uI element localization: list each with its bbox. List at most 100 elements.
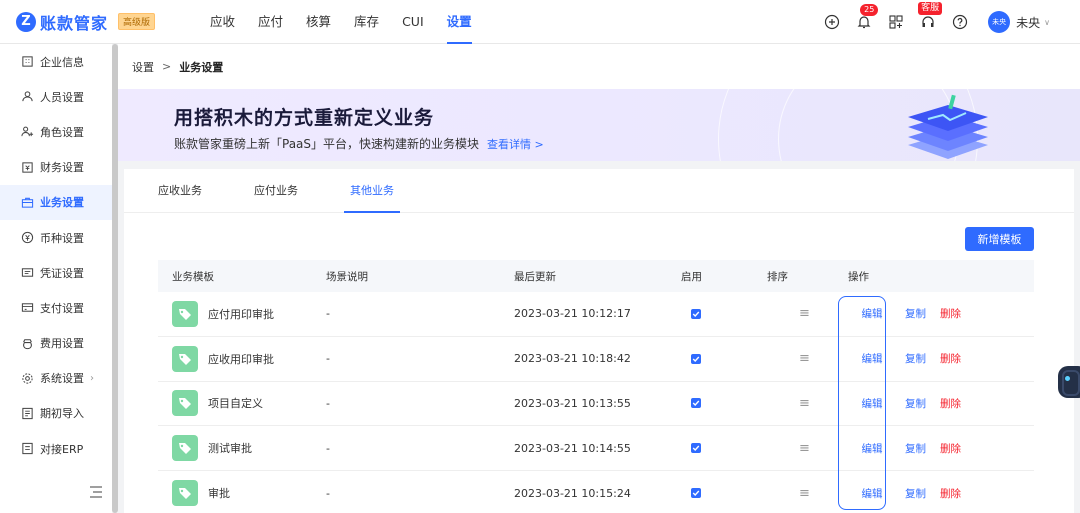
business-settings-panel: 应收业务 应付业务 其他业务 新增模板 业务模板 场景说明 最后更新 启用 排序…	[124, 169, 1074, 513]
template-desc: -	[326, 396, 330, 410]
drag-handle-icon[interactable]: ≡	[799, 486, 810, 501]
edit-button[interactable]: 编辑	[848, 396, 896, 411]
stacked-blocks-illustration	[908, 94, 988, 159]
sidebar-item-erp[interactable]: 对接ERP	[0, 431, 112, 466]
edit-button[interactable]: 编辑	[848, 306, 896, 321]
sidebar-item-roles[interactable]: 角色设置	[0, 114, 112, 149]
banner-details-link[interactable]: 查看详情 >	[487, 138, 544, 151]
copy-button[interactable]: 复制	[905, 441, 926, 456]
tab-other-business[interactable]: 其他业务	[344, 169, 400, 213]
template-desc: -	[326, 486, 330, 500]
nav-receivable[interactable]: 应收	[200, 0, 245, 44]
template-name: 应付用印审批	[208, 307, 274, 321]
user-name[interactable]: 未央	[1016, 14, 1040, 31]
sidebar-item-currency[interactable]: 币种设置	[0, 220, 112, 255]
logo[interactable]: Z 账款管家 高级版	[16, 10, 166, 34]
copy-button[interactable]: 复制	[905, 486, 926, 501]
tag-icon	[172, 300, 198, 327]
drag-handle-icon[interactable]: ≡	[799, 351, 810, 366]
breadcrumb-root[interactable]: 设置	[132, 59, 154, 75]
column-header: 排序	[767, 270, 788, 283]
template-desc: -	[326, 307, 330, 321]
briefcase-icon	[20, 195, 34, 209]
sidebar-item-import[interactable]: 期初导入	[0, 396, 112, 431]
enable-checkbox[interactable]	[691, 443, 701, 454]
user-icon	[20, 90, 34, 104]
enable-checkbox[interactable]	[691, 398, 701, 409]
banner-subtitle: 账款管家重磅上新「PaaS」平台，快速构建新的业务模块 查看详情 >	[174, 135, 544, 152]
sidebar: 企业信息 人员设置 角色设置 财务设置 业务设置 币种设置 凭证设置 支付设置 …	[0, 44, 112, 513]
edit-button[interactable]: 编辑	[848, 486, 896, 501]
edit-button[interactable]: 编辑	[848, 441, 896, 456]
menu-collapse-icon[interactable]	[88, 485, 104, 499]
copy-button[interactable]: 复制	[905, 396, 926, 411]
banner-title: 用搭积木的方式重新定义业务	[174, 107, 435, 129]
enable-checkbox[interactable]	[691, 353, 701, 364]
top-bar: Z 账款管家 高级版 应收 应付 核算 库存 CUI 设置 25 客服 未央 未…	[0, 0, 1080, 44]
nav-settings[interactable]: 设置	[437, 0, 482, 44]
tab-payable-business[interactable]: 应付业务	[248, 169, 304, 212]
drag-handle-icon[interactable]: ≡	[799, 396, 810, 411]
nav-accounting[interactable]: 核算	[296, 0, 341, 44]
sidebar-item-label: 业务设置	[40, 196, 84, 210]
drag-handle-icon[interactable]: ≡	[799, 441, 810, 456]
enable-checkbox[interactable]	[691, 488, 701, 499]
finance-icon	[20, 160, 34, 174]
breadcrumb: 设置 > 业务设置	[118, 44, 1080, 89]
main-nav: 应收 应付 核算 库存 CUI 设置	[200, 0, 485, 44]
avatar[interactable]: 未央	[988, 11, 1011, 33]
table-header: 业务模板 场景说明 最后更新 启用 排序 操作	[158, 260, 1034, 292]
add-template-button[interactable]: 新增模板	[965, 227, 1034, 251]
drag-handle-icon[interactable]: ≡	[799, 306, 810, 321]
template-updated: 2023-03-21 10:13:55	[514, 396, 631, 410]
nav-inventory[interactable]: 库存	[344, 0, 389, 44]
delete-button[interactable]: 删除	[940, 441, 961, 456]
delete-button[interactable]: 删除	[940, 486, 961, 501]
enable-checkbox[interactable]	[691, 308, 701, 319]
headset-icon[interactable]: 客服	[918, 2, 943, 30]
nav-cui[interactable]: CUI	[392, 0, 434, 44]
erp-icon	[20, 442, 34, 456]
tag-icon	[172, 480, 198, 507]
template-name: 测试审批	[208, 442, 252, 456]
sidebar-item-label: 期初导入	[40, 407, 84, 421]
tab-receivable-business[interactable]: 应收业务	[152, 169, 208, 212]
sidebar-item-staff[interactable]: 人员设置	[0, 79, 112, 114]
chevron-down-icon[interactable]: ∨	[1044, 18, 1050, 27]
edit-button[interactable]: 编辑	[848, 351, 896, 366]
nav-payable[interactable]: 应付	[248, 0, 293, 44]
sidebar-item-payment[interactable]: 支付设置	[0, 290, 112, 325]
plus-circle-icon[interactable]	[824, 14, 840, 30]
sidebar-item-label: 企业信息	[40, 55, 84, 69]
column-header: 业务模板	[172, 270, 214, 283]
sidebar-item-expense[interactable]: 费用设置	[0, 326, 112, 361]
copy-button[interactable]: 复制	[905, 351, 926, 366]
sidebar-item-company[interactable]: 企业信息	[0, 44, 112, 79]
main-content: 设置 > 业务设置 用搭积木的方式重新定义业务 账款管家重磅上新「PaaS」平台…	[118, 44, 1080, 513]
sidebar-item-finance[interactable]: 财务设置	[0, 150, 112, 185]
system-icon	[20, 371, 34, 385]
breadcrumb-separator: >	[162, 60, 172, 73]
tag-icon	[172, 435, 198, 462]
sidebar-item-system[interactable]: 系统设置 ›	[0, 361, 112, 396]
bell-icon[interactable]: 25	[856, 4, 879, 30]
help-icon[interactable]	[952, 14, 968, 30]
banner-subtitle-text: 账款管家重磅上新「PaaS」平台，快速构建新的业务模块	[174, 137, 480, 151]
table-row: 测试审批 - 2023-03-21 10:14:55 ≡ 编辑 复制 删除	[158, 426, 1034, 472]
delete-button[interactable]: 删除	[940, 306, 961, 321]
sidebar-item-label: 费用设置	[40, 337, 84, 351]
template-desc: -	[326, 441, 330, 455]
template-table: 业务模板 场景说明 最后更新 启用 排序 操作 应付用印审批 - 2023-03…	[158, 260, 1034, 513]
table-row: 审批 - 2023-03-21 10:15:24 ≡ 编辑 复制 删除	[158, 471, 1034, 513]
delete-button[interactable]: 删除	[940, 396, 961, 411]
delete-button[interactable]: 删除	[940, 351, 961, 366]
sidebar-item-business[interactable]: 业务设置	[0, 184, 112, 220]
copy-button[interactable]: 复制	[905, 306, 926, 321]
apps-icon[interactable]	[888, 14, 904, 30]
notification-count: 25	[860, 4, 879, 16]
column-header: 场景说明	[326, 270, 368, 283]
assistant-robot-icon[interactable]	[1058, 366, 1080, 398]
sidebar-item-voucher[interactable]: 凭证设置	[0, 255, 112, 290]
sidebar-item-label: 财务设置	[40, 161, 84, 175]
tag-icon	[172, 390, 198, 417]
